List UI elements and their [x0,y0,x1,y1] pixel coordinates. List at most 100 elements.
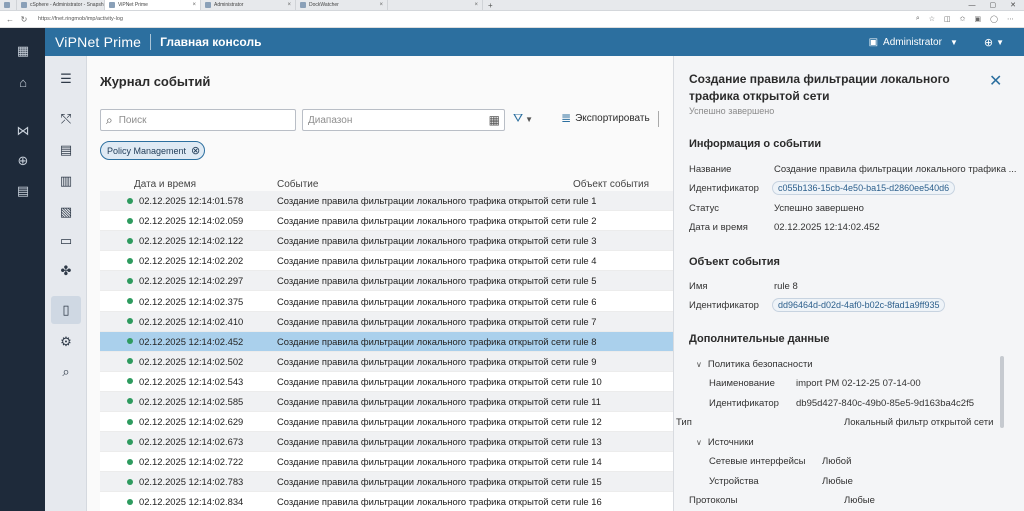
row-object: rule 9 [573,355,597,367]
globe-nodes-icon[interactable]: ⊕ [14,152,32,170]
object-name-label: Имя [689,281,708,292]
tab-close-icon[interactable]: × [379,2,383,8]
star-icon[interactable]: ☆ [929,15,935,23]
minimize-icon[interactable]: — [969,2,976,9]
info-name-label: Название [689,164,732,175]
settings-icon[interactable]: ⚙ [55,331,77,353]
info-heading: Информация о событии [689,138,822,150]
table-row[interactable]: 02.12.2025 12:14:02.410 Создание правила … [100,311,673,332]
console-title: Главная консоль [160,35,262,49]
row-event: Создание правила фильтрации локального т… [277,496,571,508]
search-icon[interactable]: ⌕ [55,361,77,383]
tab-close-icon[interactable]: × [474,2,478,8]
refresh-icon[interactable]: ↻ [20,15,28,24]
table-row[interactable]: 02.12.2025 12:14:02.722 Создание правила … [100,452,673,473]
table-row[interactable]: 02.12.2025 12:14:02.122 Создание правила … [100,231,673,252]
row-object: rule 6 [573,295,597,307]
row-datetime: 02.12.2025 12:14:02.375 [139,295,244,307]
net-if-value: Любой [822,456,852,467]
row-object: rule 7 [573,315,597,327]
filter-button[interactable]: ⛛ ▼ [513,111,533,126]
chip-close-icon[interactable]: ⊗ [191,144,200,157]
document-icon[interactable]: ▥ [55,170,77,192]
policy-label: Политика безопасности [707,359,813,370]
browser-tab-3[interactable]: Administrator × [201,0,296,10]
user-menu[interactable]: ▣ Administrator ▼ [869,37,958,48]
column-header-date[interactable]: Дата и время [134,179,196,190]
tasks-icon[interactable]: ▧ [55,201,77,223]
maximize-icon[interactable]: ▢ [990,1,997,9]
status-dot-icon [127,237,133,244]
column-header-object[interactable]: Объект события [573,179,649,190]
browser-tab-0[interactable] [0,0,17,10]
table-row[interactable]: 02.12.2025 12:14:02.502 Создание правила … [100,351,673,372]
profile-icon[interactable]: ◯ [990,15,998,23]
row-event: Создание правила фильтрации локального т… [277,275,571,287]
tab-close-icon[interactable]: × [287,2,291,8]
puzzle-icon[interactable]: ✤ [55,260,77,282]
object-id-value[interactable]: dd96464d-d02d-4af0-b02c-8fad1a9ff935 [772,298,946,312]
detail-scrollbar[interactable] [1000,356,1004,428]
column-header-event[interactable]: Событие [277,179,318,190]
table-row[interactable]: 02.12.2025 12:14:01.578 Создание правила … [100,191,673,212]
calendar-icon[interactable]: ▦ [489,113,500,127]
row-datetime: 02.12.2025 12:14:02.202 [139,255,244,267]
table-row[interactable]: 02.12.2025 12:14:02.834 Создание правила … [100,492,673,511]
split-icon[interactable]: ◫ [944,15,951,23]
table-row[interactable]: 02.12.2025 12:14:02.673 Создание правила … [100,432,673,453]
browser-tab-4[interactable]: DockWatcher × [296,0,388,10]
language-menu[interactable]: ⊕ ▼ [984,36,1004,49]
dashboard-icon[interactable]: ⌂ [14,74,32,92]
close-icon[interactable]: ✕ [989,71,1002,91]
status-dot-icon [127,197,133,204]
row-event: Создание правила фильтрации локального т… [277,416,571,428]
policy-icon[interactable]: ▤ [55,139,77,161]
network-icon[interactable]: ⋈ [14,122,32,140]
grid-icon[interactable]: ▦ [14,42,32,60]
favorites-icon[interactable]: ✩ [960,15,966,23]
zoom-icon[interactable]: ⌕ [916,15,920,23]
collections-icon[interactable]: ▣ [975,15,982,23]
sources-tree-node[interactable]: ∨ Источники [696,437,754,448]
row-event: Создание правила фильтрации локального т… [277,395,571,407]
table-row[interactable]: 02.12.2025 12:14:02.452 Создание правила … [100,331,673,352]
row-datetime: 02.12.2025 12:14:02.297 [139,275,244,287]
tab-close-icon[interactable]: × [192,2,196,8]
table-row[interactable]: 02.12.2025 12:14:02.585 Создание правила … [100,391,673,413]
policy-id-value: db95d427-840c-49b0-85e5-9d163ba4c2f5 [796,398,975,409]
url-field[interactable]: https://fnet.ringmob/imp/activity-log [38,16,123,22]
table-row[interactable]: 02.12.2025 12:14:02.297 Создание правила … [100,271,673,292]
topology-icon[interactable]: ⤲ [55,108,77,130]
back-icon[interactable]: ← [6,15,14,24]
search-input[interactable]: ⌕ Поиск [100,109,296,131]
more-icon[interactable]: ⋯ [1007,15,1014,23]
date-range-input[interactable]: Диапазон ▦ [302,109,505,131]
monitor-icon[interactable]: ▤ [14,182,32,200]
table-row[interactable]: 02.12.2025 12:14:02.202 Создание правила … [100,251,673,272]
activity-log-icon[interactable]: ▯ [51,296,81,324]
filter-chip[interactable]: Policy Management ⊗ [100,141,206,160]
browser-tab-1[interactable]: cSphere - Administrator - Snapsh× [17,0,105,10]
menu-icon[interactable]: ☰ [55,68,77,90]
table-row[interactable]: 02.12.2025 12:14:02.783 Создание правила … [100,472,673,493]
tab-favicon-icon [205,2,211,8]
browser-tab-2[interactable]: ViPNet Prime × [105,0,201,10]
info-id-value[interactable]: c055b136-15cb-4e50-ba15-d2860ee540d6 [772,181,956,195]
info-name-value: Создание правила фильтрации локального т… [774,164,1017,175]
row-datetime: 02.12.2025 12:14:02.629 [139,416,244,428]
new-tab-icon[interactable]: + [483,0,498,10]
folder-icon[interactable]: ▭ [55,230,77,252]
row-datetime: 02.12.2025 12:14:02.834 [139,496,244,508]
info-datetime-value: 02.12.2025 12:14:02.452 [774,222,880,233]
row-object: rule 10 [573,375,602,387]
table-row[interactable]: 02.12.2025 12:14:02.629 Создание правила … [100,412,673,433]
row-datetime: 02.12.2025 12:14:02.122 [139,235,244,247]
export-button[interactable]: ≣ Экспортировать [561,111,650,125]
policy-tree-node[interactable]: ∨ Политика безопасности [696,359,813,370]
close-window-icon[interactable]: ✕ [1010,1,1016,9]
table-row[interactable]: 02.12.2025 12:14:02.543 Создание правила … [100,371,673,392]
table-row[interactable]: 02.12.2025 12:14:02.059 Создание правила … [100,211,673,232]
table-row[interactable]: 02.12.2025 12:14:02.375 Создание правила … [100,291,673,312]
browser-tab-5[interactable]: × [388,0,483,10]
row-object: rule 15 [573,476,602,488]
